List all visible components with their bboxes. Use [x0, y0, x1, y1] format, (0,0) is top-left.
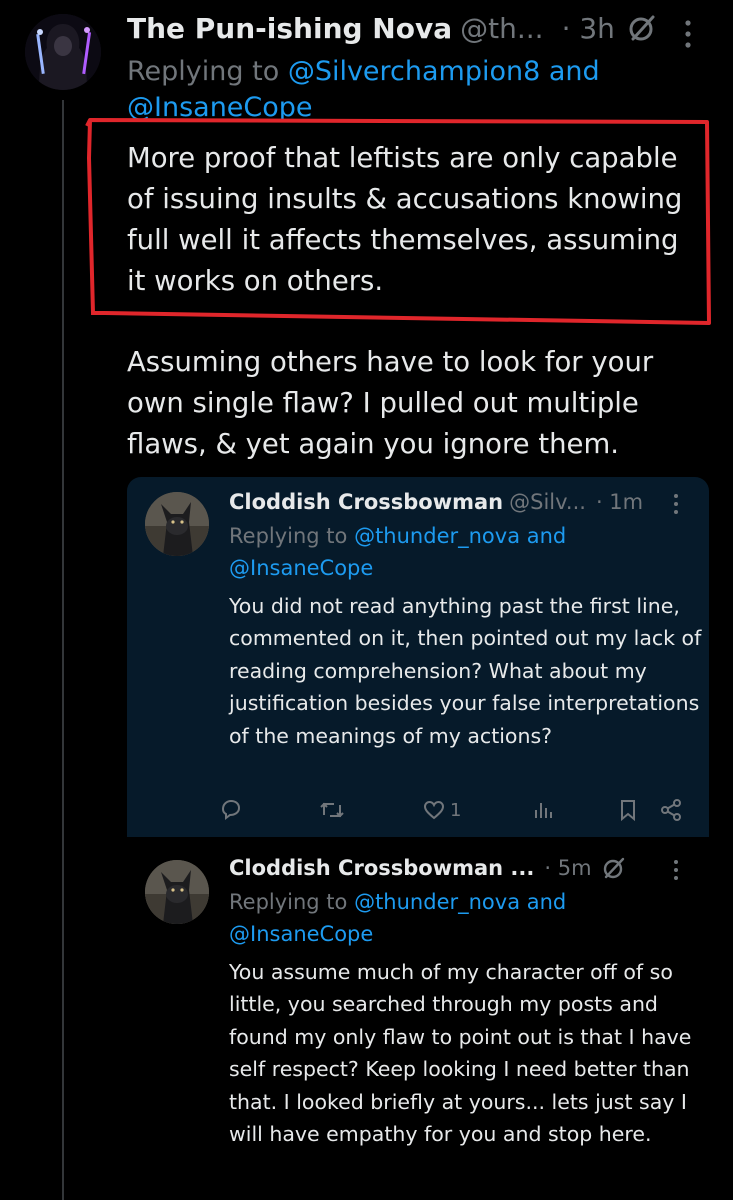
- author-name[interactable]: Cloddish Crossbowman ...: [229, 856, 534, 880]
- bookmark-button[interactable]: [617, 795, 639, 825]
- reply-text: You did not read anything past the first…: [229, 594, 702, 748]
- reply-card[interactable]: Cloddish Crossbowman @Silv... · 1m Reply…: [127, 477, 709, 837]
- replying-to: Replying to @thunder_nova and @InsaneCop…: [229, 886, 699, 950]
- tweet-header: The Pun-ishing Nova @th... · 3h: [127, 8, 727, 48]
- reply-card[interactable]: Cloddish Crossbowman ... · 5m Replying t…: [127, 840, 709, 1200]
- more-icon[interactable]: [671, 858, 681, 886]
- like-count: 1: [450, 799, 462, 821]
- action-bar: 1: [219, 795, 699, 825]
- more-icon[interactable]: [671, 492, 681, 520]
- tweet-text: More proof that leftists are only capabl…: [127, 142, 683, 297]
- replying-label: Replying to: [229, 890, 355, 914]
- author-handle[interactable]: @Silv...: [509, 490, 586, 514]
- mention-link[interactable]: @Silverchampion8 and: [288, 56, 600, 87]
- avatar[interactable]: [145, 492, 209, 556]
- share-button[interactable]: [659, 795, 683, 825]
- mention-link[interactable]: @InsaneCope: [229, 922, 373, 946]
- reply-header: Cloddish Crossbowman @Silv... · 1m: [229, 486, 643, 518]
- reply-button[interactable]: [219, 795, 243, 825]
- avatar[interactable]: [145, 860, 209, 924]
- like-button[interactable]: 1: [422, 795, 461, 825]
- reply-text: You assume much of my character off of s…: [229, 960, 692, 1147]
- views-icon: [535, 803, 552, 818]
- repost-button[interactable]: [319, 795, 345, 825]
- like-icon: [423, 800, 445, 820]
- reply-header: Cloddish Crossbowman ... · 5m: [229, 852, 626, 884]
- mention-link[interactable]: @thunder_nova and: [354, 524, 566, 548]
- timestamp[interactable]: · 5m: [544, 856, 591, 880]
- replying-to: Replying to @Silverchampion8 and @Insane…: [127, 54, 687, 126]
- ghost-icon: [627, 13, 657, 43]
- replying-to: Replying to @thunder_nova and @InsaneCop…: [229, 520, 699, 584]
- timestamp[interactable]: · 3h: [562, 12, 615, 45]
- more-icon[interactable]: [682, 18, 697, 54]
- ghost-icon: [602, 856, 626, 880]
- bookmark-icon: [621, 800, 635, 822]
- mention-link[interactable]: @InsaneCope: [229, 556, 373, 580]
- author-name[interactable]: The Pun-ishing Nova: [127, 12, 452, 45]
- thread-line: [62, 100, 64, 1200]
- replying-label: Replying to: [127, 56, 288, 87]
- share-icon: [661, 799, 681, 821]
- repost-icon: [320, 802, 344, 818]
- reply-icon: [221, 799, 241, 820]
- tweet-text: Assuming others have to look for your ow…: [127, 346, 654, 460]
- views-button[interactable]: [531, 795, 555, 825]
- timestamp[interactable]: · 1m: [596, 490, 643, 514]
- author-handle[interactable]: @th...: [460, 12, 543, 45]
- author-name[interactable]: Cloddish Crossbowman: [229, 490, 503, 514]
- avatar[interactable]: [25, 14, 101, 90]
- mention-link[interactable]: @thunder_nova and: [354, 890, 566, 914]
- replying-label: Replying to: [229, 524, 355, 548]
